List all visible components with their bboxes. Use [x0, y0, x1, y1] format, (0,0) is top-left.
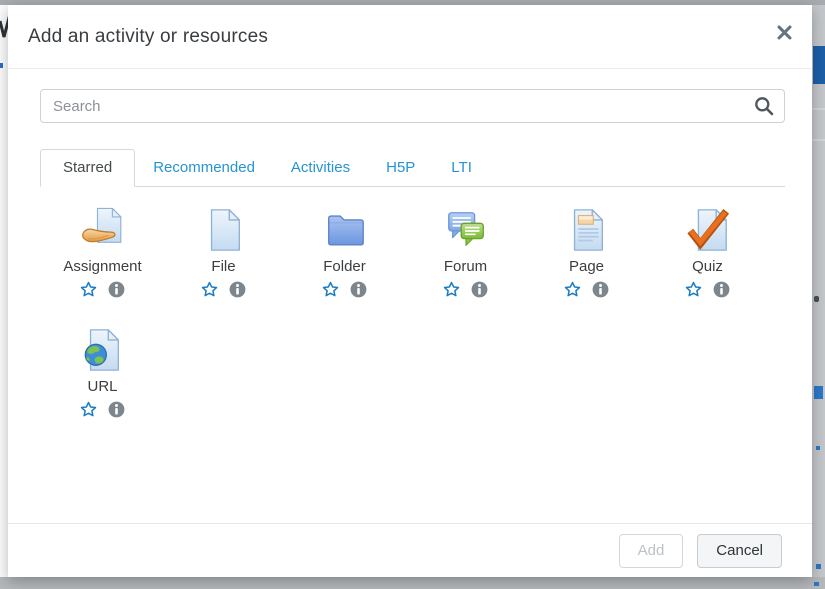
module-controls [443, 281, 488, 298]
tab-h5p[interactable]: H5P [368, 149, 433, 187]
background-fragment [812, 108, 825, 110]
modal-body: Starred Recommended Activities H5P LTI A… [8, 69, 812, 523]
module-controls [322, 281, 367, 298]
cancel-button[interactable]: Cancel [697, 534, 782, 568]
star-icon [685, 281, 702, 298]
close-icon [777, 25, 792, 40]
star-button[interactable] [80, 401, 97, 418]
info-button[interactable] [713, 281, 730, 298]
module-label: URL [87, 378, 117, 395]
tab-lti[interactable]: LTI [433, 149, 490, 187]
background-fragment [814, 296, 819, 302]
background-fragment [816, 446, 820, 450]
module-label: Folder [323, 258, 366, 275]
module-label: Page [569, 258, 604, 275]
search-input[interactable] [40, 89, 785, 123]
module-controls [201, 281, 246, 298]
info-icon [229, 281, 246, 298]
tab-recommended[interactable]: Recommended [135, 149, 273, 187]
info-icon [350, 281, 367, 298]
background-fragment [816, 564, 821, 569]
module-page[interactable]: Page [526, 207, 647, 298]
module-label: Forum [444, 258, 487, 275]
star-button[interactable] [201, 281, 218, 298]
star-button[interactable] [322, 281, 339, 298]
folder-icon [322, 207, 368, 253]
page-icon [564, 207, 610, 253]
module-label: Quiz [692, 258, 723, 275]
background-fragment [813, 46, 825, 84]
file-icon [201, 207, 247, 253]
add-button[interactable]: Add [619, 534, 684, 568]
module-folder[interactable]: Folder [284, 207, 405, 298]
module-controls [80, 401, 125, 418]
background-fragment [812, 139, 825, 141]
tab-starred[interactable]: Starred [40, 149, 135, 187]
module-assignment[interactable]: Assignment [42, 207, 163, 298]
star-icon [80, 401, 97, 418]
info-icon [108, 281, 125, 298]
tab-activities[interactable]: Activities [273, 149, 368, 187]
info-button[interactable] [350, 281, 367, 298]
info-button[interactable] [592, 281, 609, 298]
background-fragment [814, 582, 819, 586]
tab-bar: Starred Recommended Activities H5P LTI [40, 149, 785, 187]
info-button[interactable] [108, 401, 125, 418]
module-forum[interactable]: Forum [405, 207, 526, 298]
module-file[interactable]: File [163, 207, 284, 298]
module-label: File [211, 258, 235, 275]
star-icon [564, 281, 581, 298]
url-icon [80, 327, 126, 373]
module-grid: Assignment File Folder [40, 207, 785, 447]
info-icon [713, 281, 730, 298]
module-controls [80, 281, 125, 298]
modal-header: Add an activity or resources [8, 5, 812, 69]
module-url[interactable]: URL [42, 327, 163, 418]
star-button[interactable] [685, 281, 702, 298]
search-bar [40, 89, 785, 123]
star-button[interactable] [564, 281, 581, 298]
module-label: Assignment [63, 258, 141, 275]
background-page-right [812, 0, 825, 589]
search-icon [754, 96, 774, 116]
star-icon [80, 281, 97, 298]
background-page-bottom [0, 577, 825, 589]
info-button[interactable] [471, 281, 488, 298]
star-icon [201, 281, 218, 298]
info-icon [471, 281, 488, 298]
module-quiz[interactable]: Quiz [647, 207, 768, 298]
quiz-icon [685, 207, 731, 253]
star-icon [443, 281, 460, 298]
info-icon [592, 281, 609, 298]
info-button[interactable] [229, 281, 246, 298]
info-icon [108, 401, 125, 418]
background-fragment [0, 63, 3, 68]
star-button[interactable] [80, 281, 97, 298]
module-controls [564, 281, 609, 298]
modal-footer: Add Cancel [8, 523, 812, 577]
module-controls [685, 281, 730, 298]
add-activity-modal: Add an activity or resources Starred Rec… [8, 5, 812, 577]
forum-icon [443, 207, 489, 253]
close-button[interactable] [771, 19, 798, 46]
star-button[interactable] [443, 281, 460, 298]
star-icon [322, 281, 339, 298]
info-button[interactable] [108, 281, 125, 298]
background-fragment [814, 386, 823, 399]
assignment-icon [80, 207, 126, 253]
modal-title: Add an activity or resources [28, 26, 268, 48]
